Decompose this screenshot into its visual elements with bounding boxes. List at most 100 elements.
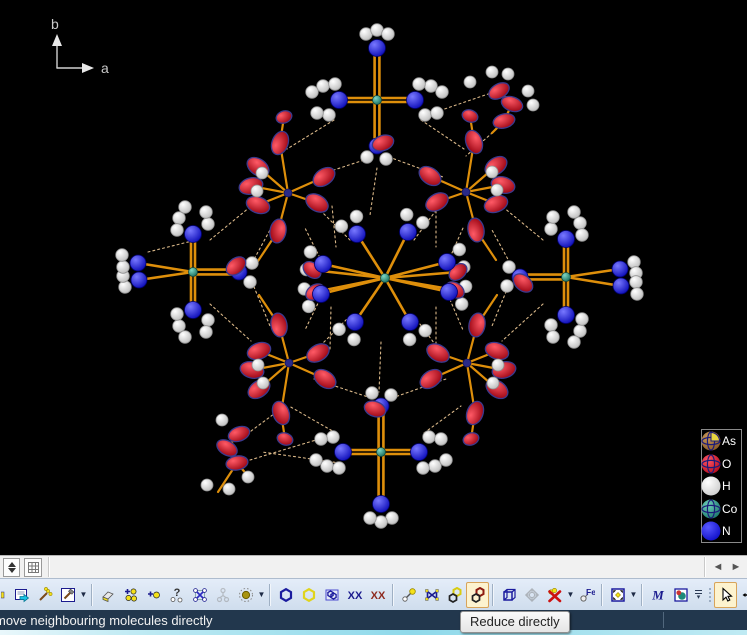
arsenate-cluster — [237, 109, 338, 261]
element-legend: As O H Co N — [701, 429, 742, 543]
legend-item-H: H — [702, 475, 741, 498]
clipped-left-button-icon — [1, 587, 9, 603]
expand-view-button-dropdown[interactable]: ▼ — [629, 583, 638, 607]
ring-blue-button-icon — [278, 587, 294, 603]
legend-item-Co: Co — [702, 498, 741, 521]
toolbar-separator — [269, 584, 271, 606]
bowtie-button[interactable] — [420, 582, 443, 608]
pan-button-icon — [741, 587, 747, 603]
arsenate-fragment — [201, 414, 254, 495]
apply-form-button-icon — [14, 587, 30, 603]
legend-item-O: O — [702, 453, 741, 476]
legend-item-As: As — [702, 430, 741, 453]
toolbar-separator — [641, 584, 643, 606]
unit-cell-box-button-icon — [501, 587, 517, 603]
pack-rings-button-icon — [324, 587, 340, 603]
cobalt-ammine-complex — [310, 387, 453, 529]
clipped-left-button[interactable] — [0, 582, 10, 608]
render-spheres-button-icon — [673, 587, 689, 603]
add-atoms-button-icon — [123, 587, 139, 603]
pan-button[interactable] — [737, 582, 747, 608]
eraser-button[interactable] — [96, 582, 119, 608]
unit-cell-box-button[interactable] — [497, 582, 520, 608]
toolbar-grip — [705, 583, 714, 607]
grow-hexagons-button-icon — [447, 587, 463, 603]
cobalt-ammine-complex — [116, 201, 259, 344]
legend-label-H: H — [722, 479, 731, 493]
bond-atom-button-icon — [401, 587, 417, 603]
toolbar-overflow[interactable]: ▾ — [692, 583, 705, 607]
delete-atoms-button[interactable] — [543, 582, 566, 608]
add-atoms-button[interactable] — [119, 582, 142, 608]
toolbar-separator — [492, 584, 494, 606]
coordination-sphere-button-icon — [238, 587, 254, 603]
delete-atoms-button-icon — [547, 587, 563, 603]
render-spheres-button[interactable] — [669, 582, 692, 608]
spinner-control[interactable] — [3, 558, 20, 577]
coordination-sphere-button-dropdown[interactable]: ▼ — [257, 583, 266, 607]
svg-text:?: ? — [173, 587, 180, 599]
svg-text:XX: XX — [370, 590, 385, 602]
arsenate-cluster — [238, 295, 339, 447]
delete-atoms-button-dropdown[interactable]: ▼ — [566, 583, 575, 607]
polyhedron-button[interactable] — [188, 582, 211, 608]
legend-sphere-Co — [700, 498, 722, 520]
legend-label-N: N — [722, 524, 731, 538]
build-tool-button[interactable] — [56, 582, 79, 608]
eraser-button-icon — [100, 587, 116, 603]
molecule-m-button-icon: M — [650, 587, 666, 603]
axis-indicator: ba — [51, 16, 109, 76]
expand-view-button[interactable] — [606, 582, 629, 608]
query-atom-button-icon: ? — [169, 587, 185, 603]
polyhedron-button-icon — [192, 587, 208, 603]
apply-form-button[interactable] — [10, 582, 33, 608]
spinner-down-icon[interactable] — [8, 568, 16, 573]
coordination-sphere-button[interactable] — [234, 582, 257, 608]
add-atom-button[interactable] — [142, 582, 165, 608]
nav-back-button[interactable]: ◄ — [711, 559, 725, 575]
element-symbol-button[interactable]: Fe — [575, 582, 598, 608]
status-separator — [663, 612, 664, 628]
ring-blue-button[interactable] — [274, 582, 297, 608]
bottom-accent-strip — [0, 630, 747, 635]
connectivity-tree-button-icon — [215, 587, 231, 603]
xx-red-button-icon: XX — [370, 587, 386, 603]
legend-label-Co: Co — [722, 502, 737, 516]
nav-forward-button[interactable]: ► — [729, 559, 743, 575]
cobalt-ammine-complex — [306, 24, 449, 166]
connectivity-tree-button — [211, 582, 234, 608]
ring-yellow-button-icon — [301, 587, 317, 603]
pack-rings-button[interactable] — [320, 582, 343, 608]
application-window: ba As O H Co — [0, 0, 747, 635]
molecule-m-button[interactable]: M — [646, 582, 669, 608]
main-toolbar: ▼ ? ▼ XX XX — [0, 578, 747, 610]
grow-hexagons-button[interactable] — [443, 582, 466, 608]
diamond-crosshair-button-icon — [524, 587, 540, 603]
structure-canvas[interactable]: ba As O H Co — [0, 0, 747, 555]
toolbar-separator — [601, 584, 603, 606]
spinner-up-icon[interactable] — [8, 562, 16, 567]
build-tool-button-icon — [60, 587, 76, 603]
xx-red-button[interactable]: XX — [366, 582, 389, 608]
ring-yellow-button[interactable] — [297, 582, 320, 608]
add-atom-button-icon — [146, 587, 162, 603]
xx-blue-button[interactable]: XX — [343, 582, 366, 608]
strip-separator — [704, 557, 706, 577]
svg-text:Fe: Fe — [586, 587, 595, 597]
axis-label-a: a — [101, 60, 109, 76]
status-message: move neighbouring molecules directly — [0, 613, 213, 628]
build-tool-button-dropdown[interactable]: ▼ — [79, 583, 88, 607]
grid-view-button[interactable] — [24, 558, 42, 577]
bond-atom-button[interactable] — [397, 582, 420, 608]
query-atom-button[interactable]: ? — [165, 582, 188, 608]
reduce-directly-button[interactable] — [466, 582, 489, 608]
magic-wand-button[interactable] — [33, 582, 56, 608]
legend-sphere-N — [700, 520, 722, 542]
cobalt-ammine-complex — [501, 206, 644, 349]
legend-item-N: N — [702, 520, 741, 543]
reduce-directly-button-icon — [470, 587, 486, 603]
select-cursor-button[interactable] — [714, 582, 737, 608]
toolbar-separator — [91, 584, 93, 606]
xx-blue-button-icon: XX — [347, 587, 363, 603]
legend-label-O: O — [722, 457, 731, 471]
